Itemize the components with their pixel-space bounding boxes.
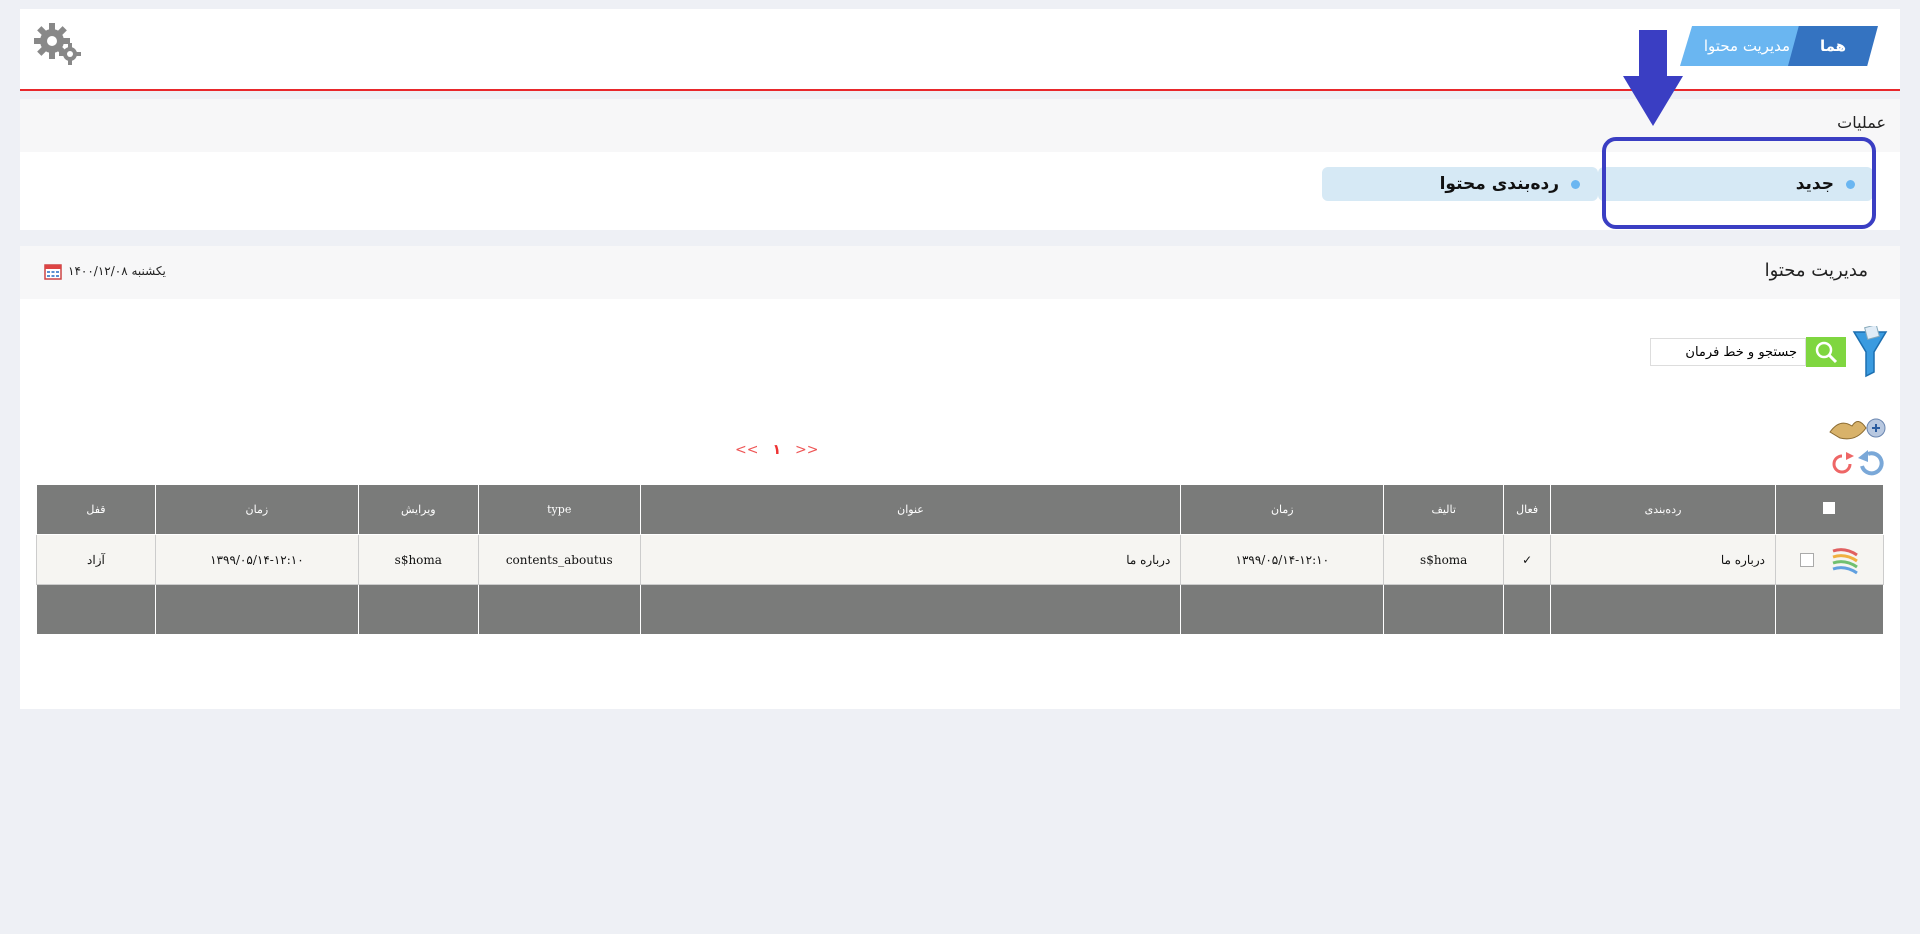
cell-time: ۱۳۹۹/۰۵/۱۴-۱۲:۱۰ xyxy=(1180,534,1385,585)
table-header-row: قفل زمان ویرایش type عنوان زمان تالیف فع… xyxy=(36,484,1885,535)
search-icon xyxy=(1815,341,1838,364)
col-time2[interactable]: زمان xyxy=(154,484,359,535)
date-text: یکشنبه ۱۴۰۰/۱۲/۰۸ xyxy=(68,264,166,278)
content-item-icon[interactable] xyxy=(1831,545,1859,575)
breadcrumb-home[interactable]: هما xyxy=(1788,26,1878,66)
bullet-icon xyxy=(1571,179,1580,189)
gears-icon[interactable] xyxy=(32,21,82,67)
cell-active[interactable]: ✓ xyxy=(1503,534,1552,585)
pagination: << ۱ >> xyxy=(735,442,818,458)
content-management-panel: مدیریت محتوا یکشنبه ۱۴۰۰/۱۲/۰۸ جستجو و خ… xyxy=(20,246,1900,709)
cell-type: contents_aboutus xyxy=(477,534,641,585)
categorize-content-button[interactable]: رده‌بندی محتوا xyxy=(1322,167,1598,201)
cell-time2: ۱۳۹۹/۰۵/۱۴-۱۲:۱۰ xyxy=(154,534,359,585)
top-bar: مدیریت محتوا هما xyxy=(20,9,1900,91)
col-select-all[interactable] xyxy=(1774,484,1885,535)
col-title[interactable]: عنوان xyxy=(639,484,1182,535)
row-checkbox[interactable] xyxy=(1799,552,1814,567)
col-editor[interactable]: ویرایش xyxy=(357,484,479,535)
table-row[interactable]: آزاد ۱۳۹۹/۰۵/۱۴-۱۲:۱۰ s$homa contents_ab… xyxy=(36,534,1885,585)
col-active[interactable]: فعال xyxy=(1503,484,1552,535)
refresh-icon[interactable] xyxy=(1832,448,1888,476)
calendar-icon[interactable] xyxy=(44,262,62,280)
table-footer-row xyxy=(36,584,1885,635)
annotation-arrow-icon xyxy=(1623,30,1683,126)
search-command-input[interactable]: جستجو و خط فرمان xyxy=(1650,338,1806,366)
col-lock[interactable]: قفل xyxy=(36,484,156,535)
cell-title[interactable]: درباره ما xyxy=(639,534,1182,585)
cell-category: درباره ما xyxy=(1550,534,1776,585)
select-all-checkbox[interactable] xyxy=(1823,502,1836,514)
pager-current[interactable]: ۱ xyxy=(772,442,781,458)
cell-editor: s$homa xyxy=(357,534,479,585)
cell-author: s$homa xyxy=(1383,534,1505,585)
cell-select xyxy=(1774,534,1885,585)
pager-next[interactable]: >> xyxy=(795,442,818,458)
categorize-content-label: رده‌بندی محتوا xyxy=(1439,174,1559,194)
search-command-label: جستجو و خط فرمان xyxy=(1685,344,1797,360)
search-bar: جستجو و خط فرمان xyxy=(1650,326,1888,378)
page-title: مدیریت محتوا xyxy=(1764,260,1868,281)
col-category[interactable]: رده‌بندی xyxy=(1550,484,1776,535)
main-header: مدیریت محتوا یکشنبه ۱۴۰۰/۱۲/۰۸ xyxy=(20,246,1900,299)
export-icon[interactable] xyxy=(1826,412,1888,444)
col-type[interactable]: type xyxy=(477,484,641,535)
annotation-highlight-box xyxy=(1602,137,1876,229)
col-time[interactable]: زمان xyxy=(1180,484,1385,535)
cell-lock: آزاد xyxy=(36,534,156,585)
col-author[interactable]: تالیف xyxy=(1383,484,1505,535)
filter-funnel-icon[interactable] xyxy=(1852,326,1888,378)
pager-prev[interactable]: << xyxy=(735,442,758,458)
date-display: یکشنبه ۱۴۰۰/۱۲/۰۸ xyxy=(44,262,166,280)
content-table: قفل زمان ویرایش type عنوان زمان تالیف فع… xyxy=(36,484,1885,635)
operations-title: عملیات xyxy=(1837,113,1886,132)
search-button[interactable] xyxy=(1806,337,1846,367)
